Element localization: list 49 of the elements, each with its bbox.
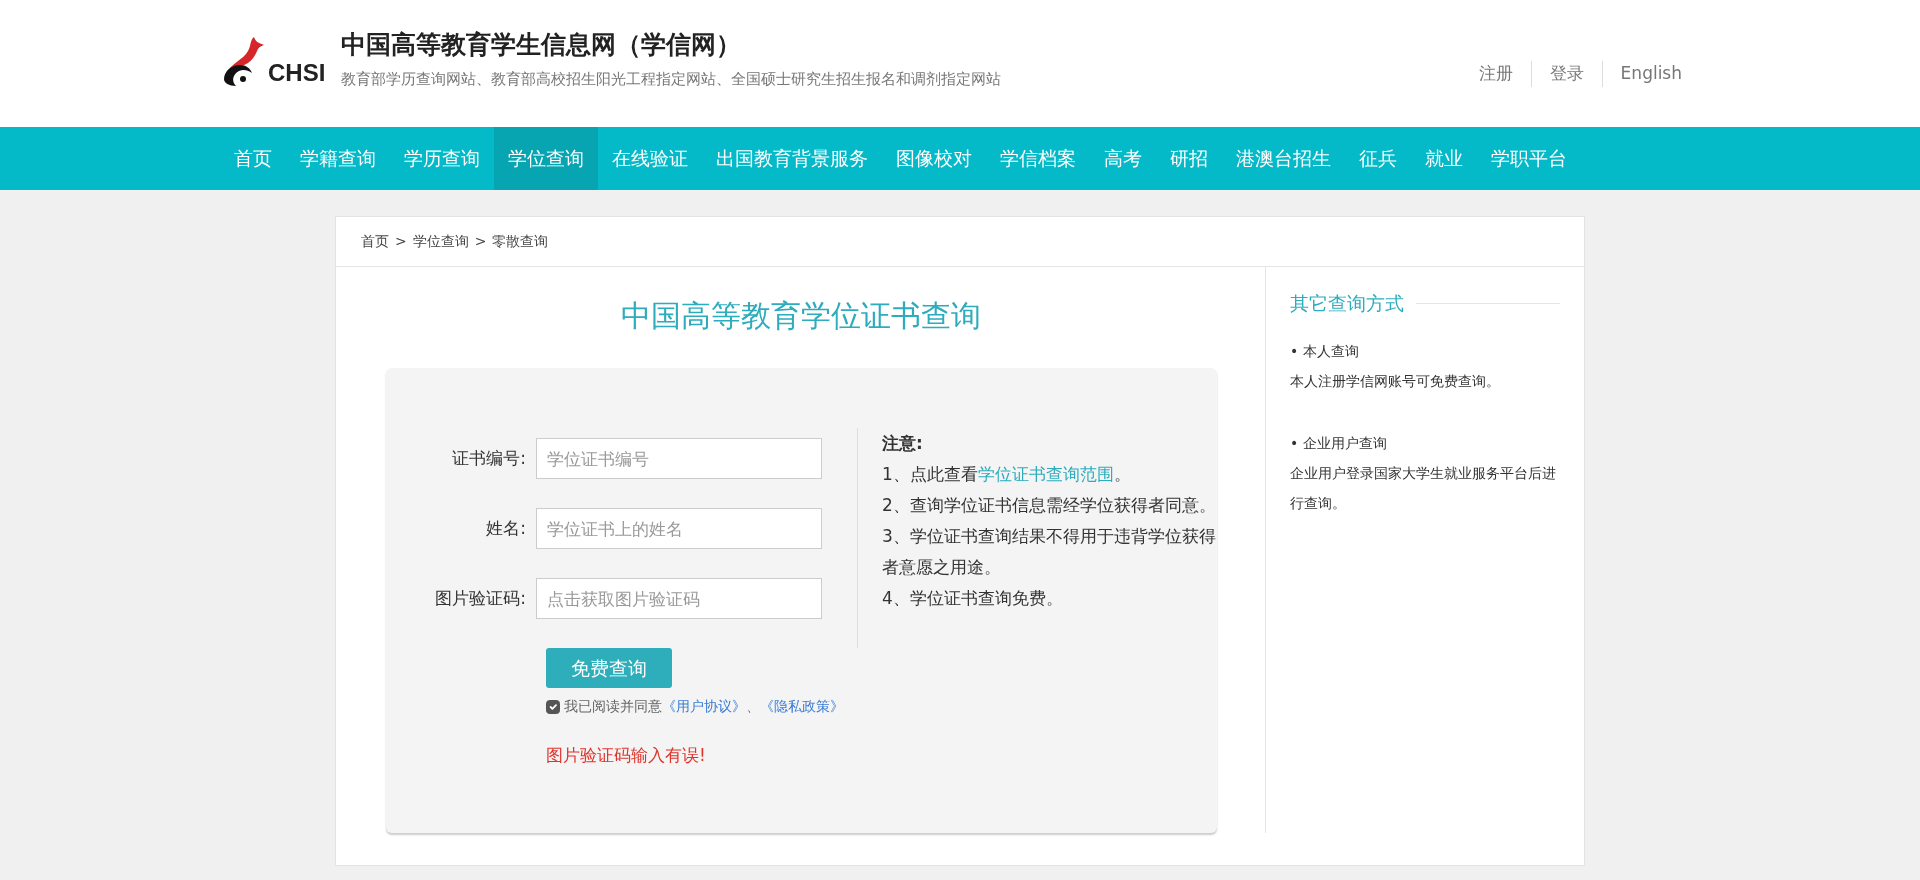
field-label: 姓名:	[485, 516, 527, 540]
nav-tab[interactable]: 学信档案	[986, 127, 1090, 190]
notice-item: 3、学位证书查询结果不得用于违背学位获得者意愿之用途。	[882, 525, 1217, 579]
agreement-text: 我已阅读并同意《用户协议》、《隐私政策》	[564, 697, 844, 716]
site-subtitle: 教育部学历查询网站、教育部高校招生阳光工程指定网站、全国硕士研究生招生报名和调剂指定网站	[341, 69, 1003, 90]
agree-checkbox[interactable]	[546, 699, 560, 714]
field-label: 证书编号:	[451, 446, 527, 470]
breadcrumb-link[interactable]: 学位查询	[412, 231, 469, 252]
nav-tab[interactable]: 征兵	[1345, 127, 1411, 190]
notice-item: 1、点此查看学位证书查询范围。	[882, 463, 1132, 486]
header-link[interactable]: English	[1601, 61, 1700, 87]
nav-tab[interactable]: 学位查询	[494, 127, 598, 190]
field-label: 图片验证码:	[434, 586, 527, 610]
breadcrumb-separator: >	[395, 232, 407, 251]
nav-tab[interactable]: 出国教育背景服务	[702, 127, 882, 190]
page-title: 中国高等教育学位证书查询	[619, 297, 982, 335]
nav-tab[interactable]: 学籍查询	[286, 127, 390, 190]
nav-tab[interactable]: 就业	[1411, 127, 1477, 190]
notice-title: 注意:	[882, 432, 924, 455]
header-link[interactable]: 注册	[1460, 61, 1531, 87]
sidebar-item-title: • 企业用户查询	[1290, 433, 1388, 453]
breadcrumb-link[interactable]: 首页	[361, 231, 389, 252]
sidebar-item-text: 本人注册学信网账号可免费查询。	[1290, 371, 1501, 391]
notice-link[interactable]: 学位证书查询范围	[977, 464, 1114, 484]
error-message: 图片验证码输入有误!	[546, 744, 707, 767]
nav-tab[interactable]: 学职平台	[1477, 127, 1581, 190]
nav-tab[interactable]: 研招	[1156, 127, 1222, 190]
agreement-link[interactable]: 《隐私政策》	[760, 698, 844, 714]
input-field[interactable]: 点击获取图片验证码	[536, 578, 822, 619]
header-link[interactable]: 登录	[1530, 61, 1602, 87]
input-field[interactable]: 学位证书上的姓名	[536, 508, 822, 549]
breadcrumb-current: 零散查询	[492, 232, 549, 251]
site-title: 中国高等教育学生信息网（学信网）	[341, 30, 743, 60]
nav-tab[interactable]: 首页	[220, 127, 286, 190]
submit-button[interactable]: 免费查询	[546, 648, 672, 688]
nav-tab[interactable]: 在线验证	[598, 127, 702, 190]
sidebar-item-title: • 本人查询	[1290, 341, 1360, 361]
logo-text: CHSI	[268, 57, 326, 88]
nav-tab[interactable]: 港澳台招生	[1222, 127, 1345, 190]
breadcrumb-separator: >	[474, 232, 487, 251]
nav-tab[interactable]: 图像校对	[882, 127, 986, 190]
nav-tab[interactable]: 高考	[1090, 127, 1156, 190]
input-field[interactable]: 学位证书编号	[536, 438, 822, 479]
notice-item: 4、学位证书查询免费。	[882, 587, 1064, 610]
sidebar-title: 其它查询方式	[1290, 291, 1404, 316]
nav-tab[interactable]: 学历查询	[390, 127, 494, 190]
agreement-link[interactable]: 《用户协议》	[662, 698, 746, 714]
notice-item: 2、查询学位证书信息需经学位获得者同意。	[882, 494, 1217, 517]
sidebar-item-text: 企业用户登录国家大学生就业服务平台后进行查询。	[1290, 463, 1557, 513]
